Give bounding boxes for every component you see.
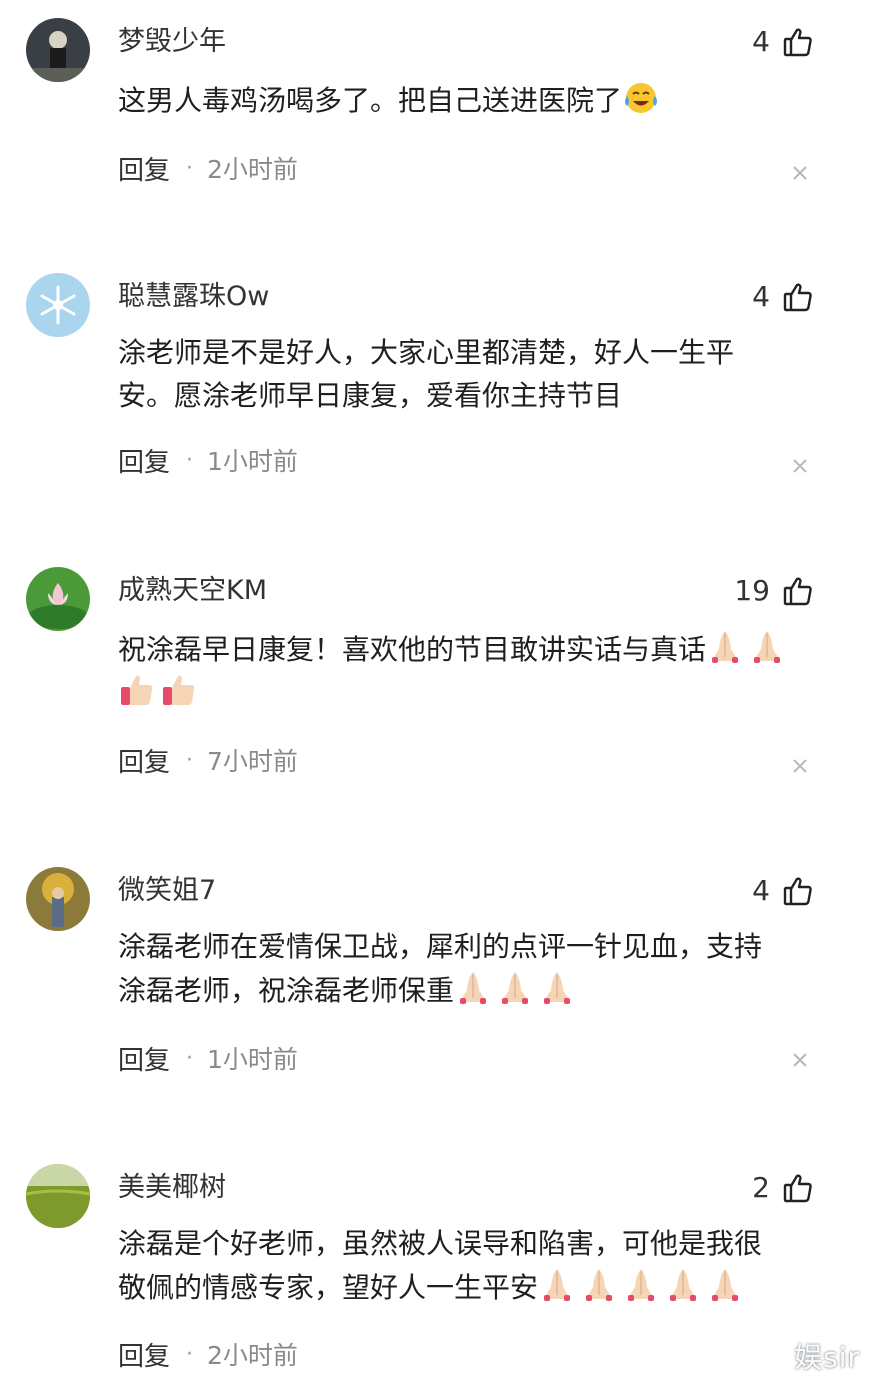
like-group[interactable]: 4 (752, 277, 814, 317)
emoji-row (454, 968, 576, 1006)
reply-button[interactable]: 回复 (118, 742, 170, 779)
avatar[interactable] (26, 1164, 90, 1228)
close-icon[interactable] (788, 454, 812, 478)
comment-meta: 回复 · 2小时前 (118, 1336, 298, 1373)
comment-line: 涂磊老师，祝涂磊老师保重 (118, 974, 455, 1007)
close-icon[interactable] (788, 754, 812, 778)
like-group[interactable]: 4 (752, 871, 814, 911)
avatar[interactable] (26, 18, 90, 82)
avatar[interactable] (26, 273, 90, 337)
comment-line: 敬佩的情感专家，望好人一生平安 (118, 1271, 539, 1304)
thumbs-up-icon[interactable] (782, 281, 814, 313)
timestamp: 2小时前 (207, 1341, 298, 1370)
folded-hands-icon (544, 972, 571, 1004)
username[interactable]: 微笑姐7 (118, 873, 216, 909)
comment-text: 祝涂磊早日康复！喜欢他的节目敢讲实话与真话 (118, 627, 834, 715)
folded-hands-icon (712, 1269, 739, 1301)
like-group[interactable]: 4 (752, 22, 814, 62)
folded-hands-icon (502, 972, 529, 1004)
like-count: 4 (752, 874, 770, 907)
emoji-row (622, 78, 660, 116)
like-group[interactable]: 19 (734, 571, 814, 611)
timestamp: 1小时前 (207, 1045, 298, 1074)
close-icon[interactable] (788, 1048, 812, 1072)
folded-hands-icon (460, 972, 487, 1004)
comment-line: 这男人毒鸡汤喝多了。把自己送进医院了 (118, 84, 623, 117)
separator-dot: · (186, 1341, 194, 1367)
separator-dot: · (186, 747, 194, 773)
thumbs-up-icon[interactable] (782, 1172, 814, 1204)
folded-hands-icon (754, 631, 781, 663)
timestamp: 2小时前 (207, 155, 298, 184)
separator-dot: · (186, 155, 194, 181)
emoji-row (706, 627, 786, 665)
like-count: 19 (734, 574, 770, 607)
thumbs-up-icon[interactable] (782, 575, 814, 607)
comment-line: 涂磊是个好老师，虽然被人误导和陷害，可他是我很 (118, 1227, 763, 1260)
emoji-row (118, 671, 198, 709)
folded-hands-icon (670, 1269, 697, 1301)
folded-hands-icon (586, 1269, 613, 1301)
reply-button[interactable]: 回复 (118, 150, 170, 187)
close-icon[interactable] (788, 161, 812, 185)
comment-line: 祝涂磊早日康复！喜欢他的节目敢讲实话与真话 (118, 633, 707, 666)
comment-line: 安。愿涂老师早日康复，爱看你主持节目 (118, 379, 623, 412)
thumbs-up-emoji-icon (163, 675, 195, 705)
username[interactable]: 美美椰树 (118, 1170, 226, 1206)
reply-button[interactable]: 回复 (118, 1336, 170, 1373)
like-group[interactable]: 2 (752, 1168, 814, 1208)
reply-button[interactable]: 回复 (118, 1040, 170, 1077)
comment-meta: 回复 · 1小时前 (118, 442, 298, 479)
username[interactable]: 成熟天空KM (118, 573, 267, 609)
comment-text: 涂磊是个好老师，虽然被人误导和陷害，可他是我很 敬佩的情感专家，望好人一生平安 (118, 1222, 824, 1309)
like-count: 2 (752, 1171, 770, 1204)
watermark: 娱sir (794, 1341, 860, 1374)
timestamp: 1小时前 (207, 447, 298, 476)
comment-text: 这男人毒鸡汤喝多了。把自己送进医院了 (118, 78, 824, 122)
timestamp: 7小时前 (207, 747, 298, 776)
emoji-row (538, 1265, 744, 1303)
thumbs-up-icon[interactable] (782, 26, 814, 58)
avatar[interactable] (26, 567, 90, 631)
folded-hands-icon (544, 1269, 571, 1301)
username[interactable]: 梦毁少年 (118, 24, 226, 60)
separator-dot: · (186, 447, 194, 473)
folded-hands-icon (628, 1269, 655, 1301)
comment-text: 涂老师是不是好人，大家心里都清楚，好人一生平 安。愿涂老师早日康复，爱看你主持节… (118, 331, 824, 417)
separator-dot: · (186, 1045, 194, 1071)
face-with-tears-of-joy-icon (625, 83, 658, 113)
comment-meta: 回复 · 1小时前 (118, 1040, 298, 1077)
like-count: 4 (752, 25, 770, 58)
username[interactable]: 聪慧露珠Ow (118, 279, 269, 315)
comment-meta: 回复 · 7小时前 (118, 742, 298, 779)
like-count: 4 (752, 280, 770, 313)
comment-line: 涂磊老师在爱情保卫战，犀利的点评一针见血，支持 (118, 930, 763, 963)
comment-meta: 回复 · 2小时前 (118, 150, 298, 187)
thumbs-up-icon[interactable] (782, 875, 814, 907)
avatar[interactable] (26, 867, 90, 931)
folded-hands-icon (712, 631, 739, 663)
thumbs-up-emoji-icon (121, 675, 153, 705)
comment-text: 涂磊老师在爱情保卫战，犀利的点评一针见血，支持 涂磊老师，祝涂磊老师保重 (118, 925, 824, 1012)
reply-button[interactable]: 回复 (118, 442, 170, 479)
comment-line: 涂老师是不是好人，大家心里都清楚，好人一生平 (118, 336, 735, 369)
